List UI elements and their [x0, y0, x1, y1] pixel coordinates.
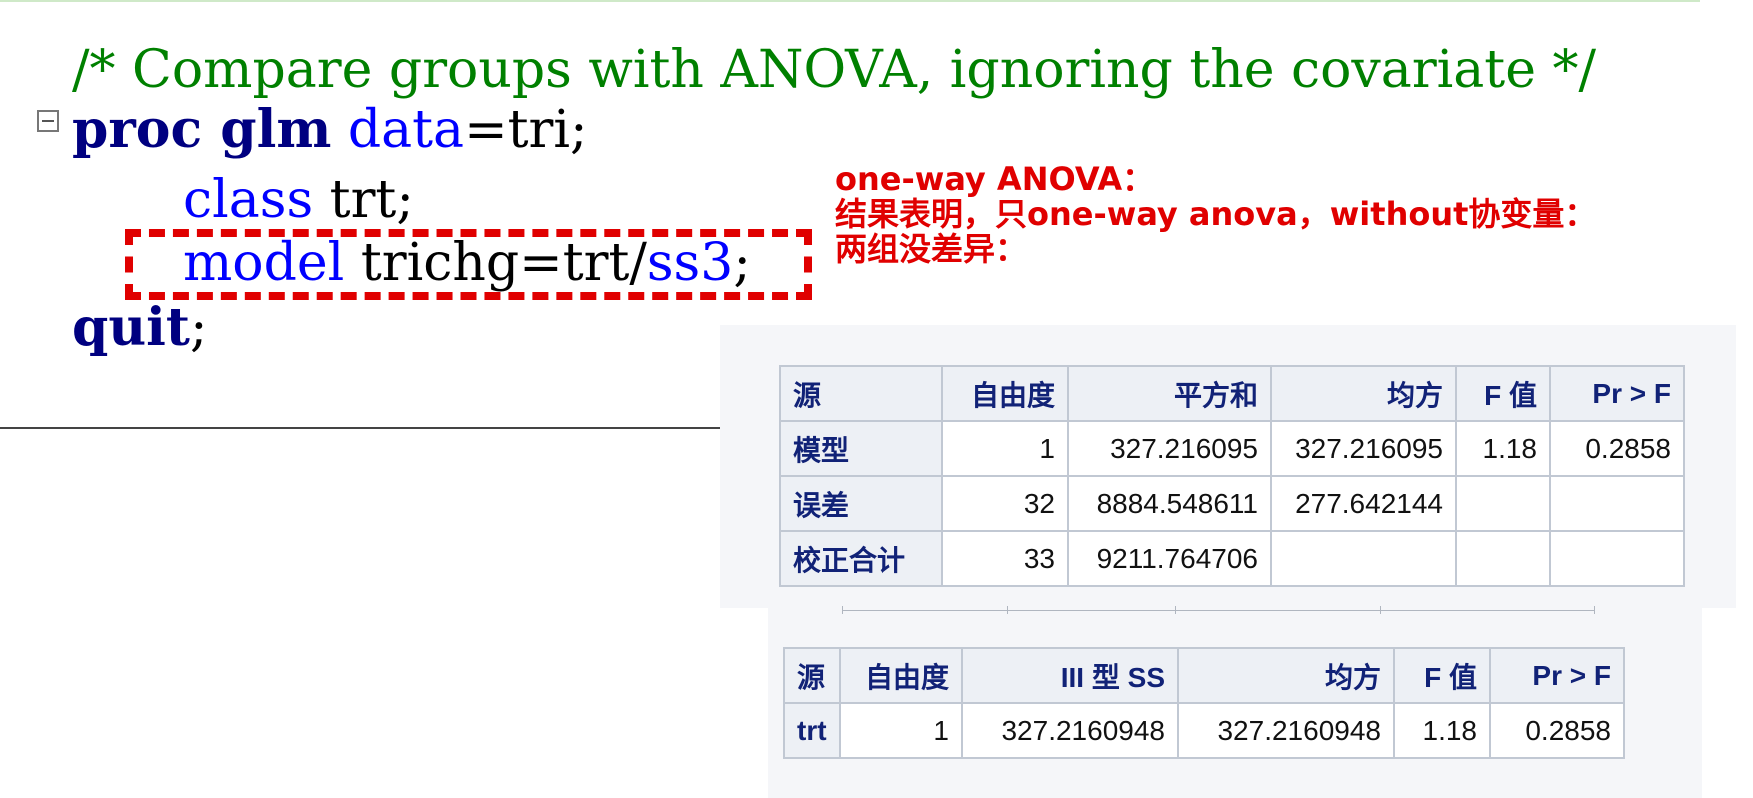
- table-cell: 0.2858: [1549, 420, 1685, 477]
- table-row: trt 1 327.2160948 327.2160948 1.18 0.285…: [783, 702, 1625, 759]
- column-header: 均方: [1270, 365, 1457, 422]
- faded-table-tick: [1007, 606, 1008, 614]
- table-cell: 8884.548611: [1067, 475, 1272, 532]
- table-cell: [1455, 530, 1551, 587]
- table-cell: [1549, 475, 1685, 532]
- column-header: 均方: [1177, 647, 1395, 704]
- row-header: 误差: [779, 475, 943, 532]
- column-header: 源: [779, 365, 943, 422]
- code-line-class: class trt;: [183, 170, 414, 230]
- row-header: 校正合计: [779, 530, 943, 587]
- table-cell: 1: [941, 420, 1069, 477]
- table-cell: 1: [839, 702, 963, 759]
- annotation-line-1: one-way ANOVA：: [835, 160, 1155, 198]
- column-header: 自由度: [839, 647, 963, 704]
- column-header: Pr > F: [1489, 647, 1625, 704]
- code-text: =tri;: [464, 100, 588, 160]
- column-header: F 值: [1455, 365, 1551, 422]
- faded-table-tick: [842, 606, 843, 614]
- faded-table-border: [842, 610, 1594, 611]
- type3-ss-table: 源 自由度 III 型 SS 均方 F 值 Pr > F trt 1 327.2…: [783, 647, 1625, 759]
- column-header: 源: [783, 647, 841, 704]
- code-separator-line: [0, 427, 730, 429]
- annotation-line-2: 结果表明，只one-way anova，without协变量：: [835, 195, 1597, 233]
- code-comment-line: /* Compare groups with ANOVA, ignoring t…: [72, 40, 1597, 100]
- faded-table-tick: [1175, 606, 1176, 614]
- table-cell: 327.216095: [1067, 420, 1272, 477]
- table-cell: 327.216095: [1270, 420, 1457, 477]
- table-cell: [1270, 530, 1457, 587]
- row-header: trt: [783, 702, 841, 759]
- table-row: 模型 1 327.216095 327.216095 1.18 0.2858: [779, 420, 1685, 477]
- row-header: 模型: [779, 420, 943, 477]
- option-data: data: [331, 100, 465, 160]
- column-header: 平方和: [1067, 365, 1272, 422]
- code-line-quit: quit;: [72, 297, 208, 359]
- code-line-proc: proc glm data=tri;: [72, 99, 588, 161]
- anova-table: 源 自由度 平方和 均方 F 值 Pr > F 模型 1 327.216095 …: [779, 365, 1685, 587]
- column-header: III 型 SS: [961, 647, 1179, 704]
- table-cell: 9211.764706: [1067, 530, 1272, 587]
- table-row: 校正合计 33 9211.764706: [779, 530, 1685, 587]
- table-cell: 327.2160948: [1177, 702, 1395, 759]
- table-cell: 32: [941, 475, 1069, 532]
- code-text: ;: [189, 298, 208, 358]
- top-border: [0, 0, 1700, 2]
- table-cell: 33: [941, 530, 1069, 587]
- faded-table-tick: [1380, 606, 1381, 614]
- column-header: Pr > F: [1549, 365, 1685, 422]
- statement-class: class: [183, 170, 314, 230]
- keyword-quit: quit: [72, 297, 190, 358]
- column-header: 自由度: [941, 365, 1069, 422]
- table-cell: 1.18: [1393, 702, 1491, 759]
- table-cell: 1.18: [1455, 420, 1551, 477]
- table-cell: [1455, 475, 1551, 532]
- highlight-dashed-box: [125, 229, 812, 300]
- table-cell: [1549, 530, 1685, 587]
- column-header: F 值: [1393, 647, 1491, 704]
- table-header-row: 源 自由度 平方和 均方 F 值 Pr > F: [779, 365, 1685, 422]
- annotation-line-3: 两组没差异：: [835, 230, 1028, 268]
- fold-collapse-icon[interactable]: [37, 110, 59, 132]
- table-cell: 0.2858: [1489, 702, 1625, 759]
- code-text: trt;: [313, 170, 414, 230]
- table-header-row: 源 自由度 III 型 SS 均方 F 值 Pr > F: [783, 647, 1625, 704]
- keyword-proc-glm: proc glm: [72, 99, 332, 160]
- table-cell: 327.2160948: [961, 702, 1179, 759]
- faded-table-tick: [1594, 606, 1595, 614]
- table-row: 误差 32 8884.548611 277.642144: [779, 475, 1685, 532]
- annotation-note: one-way ANOVA： 结果表明，只one-way anova，witho…: [835, 162, 1596, 267]
- table-cell: 277.642144: [1270, 475, 1457, 532]
